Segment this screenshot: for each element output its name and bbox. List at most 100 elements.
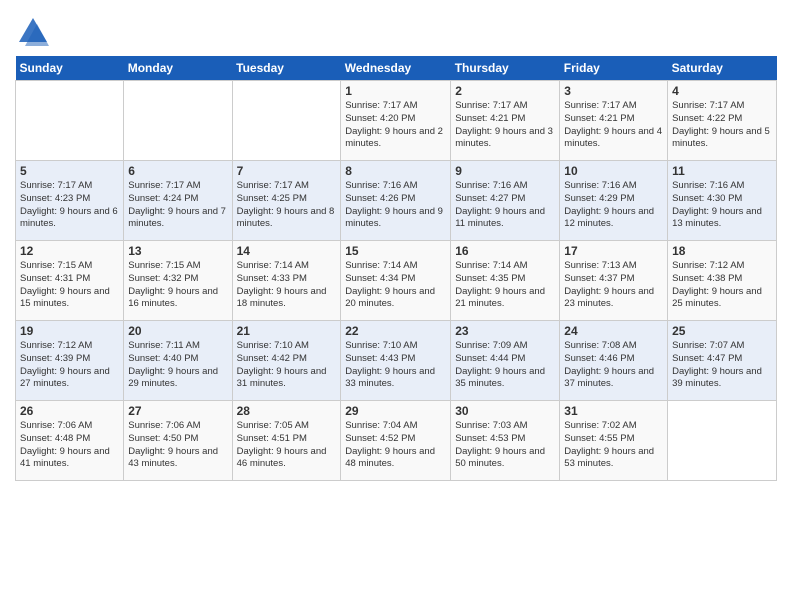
- day-number: 13: [128, 244, 227, 258]
- day-number: 21: [237, 324, 337, 338]
- day-info: Sunrise: 7:03 AM Sunset: 4:53 PM Dayligh…: [455, 420, 555, 471]
- calendar-cell: 12Sunrise: 7:15 AM Sunset: 4:31 PM Dayli…: [16, 241, 124, 321]
- day-number: 23: [455, 324, 555, 338]
- weekday-header: Saturday: [668, 56, 777, 81]
- day-number: 11: [672, 164, 772, 178]
- day-number: 8: [345, 164, 446, 178]
- calendar-cell: 26 Sunrise: 7:06 AM Sunset: 4:48 PM Dayli…: [16, 401, 124, 481]
- day-info: Sunrise: 7:17 AM Sunset: 4:20 PM Dayligh…: [345, 100, 446, 151]
- day-number: 12: [20, 244, 119, 258]
- calendar-table: SundayMondayTuesdayWednesdayThursdayFrid…: [15, 56, 777, 481]
- calendar-cell: 4 Sunrise: 7:17 AM Sunset: 4:22 PM Daylig…: [668, 81, 777, 161]
- calendar-cell: 29 Sunrise: 7:04 AM Sunset: 4:52 PM Dayli…: [341, 401, 451, 481]
- calendar-cell: 8 Sunrise: 7:16 AM Sunset: 4:26 PM Daylig…: [341, 161, 451, 241]
- day-number: 5: [20, 164, 119, 178]
- day-number: 26: [20, 404, 119, 418]
- calendar-cell: 24 Sunrise: 7:08 AM Sunset: 4:46 PM Dayli…: [560, 321, 668, 401]
- day-number: 16: [455, 244, 555, 258]
- day-number: 31: [564, 404, 663, 418]
- day-info: Sunrise: 7:12 AM Sunset: 4:38 PM Dayligh…: [672, 260, 772, 311]
- calendar-week-row: 26 Sunrise: 7:06 AM Sunset: 4:48 PM Dayli…: [16, 401, 777, 481]
- day-info: Sunrise: 7:16 AM Sunset: 4:29 PM Dayligh…: [564, 180, 663, 231]
- day-info: Sunrise: 7:06 AM Sunset: 4:50 PM Dayligh…: [128, 420, 227, 471]
- day-info: Sunrise: 7:05 AM Sunset: 4:51 PM Dayligh…: [237, 420, 337, 471]
- day-number: 4: [672, 84, 772, 98]
- day-number: 10: [564, 164, 663, 178]
- day-number: 24: [564, 324, 663, 338]
- calendar-cell: 19Sunrise: 7:12 AM Sunset: 4:39 PM Dayli…: [16, 321, 124, 401]
- calendar-cell: 15 Sunrise: 7:14 AM Sunset: 4:34 PM Dayli…: [341, 241, 451, 321]
- logo: [15, 14, 51, 50]
- day-info: Sunrise: 7:17 AM Sunset: 4:21 PM Dayligh…: [564, 100, 663, 151]
- calendar-cell: 23 Sunrise: 7:09 AM Sunset: 4:44 PM Dayli…: [451, 321, 560, 401]
- calendar-cell: 18 Sunrise: 7:12 AM Sunset: 4:38 PM Dayli…: [668, 241, 777, 321]
- calendar-cell: 20Sunrise: 7:11 AM Sunset: 4:40 PM Dayli…: [124, 321, 232, 401]
- day-info: Sunrise: 7:04 AM Sunset: 4:52 PM Dayligh…: [345, 420, 446, 471]
- calendar-cell: [232, 81, 341, 161]
- day-number: 2: [455, 84, 555, 98]
- calendar-cell: 14 Sunrise: 7:14 AM Sunset: 4:33 PM Dayli…: [232, 241, 341, 321]
- weekday-header: Sunday: [16, 56, 124, 81]
- day-number: 27: [128, 404, 227, 418]
- calendar-cell: 6Sunrise: 7:17 AM Sunset: 4:24 PM Daylig…: [124, 161, 232, 241]
- day-number: 1: [345, 84, 446, 98]
- calendar-cell: [668, 401, 777, 481]
- day-info: Sunrise: 7:13 AM Sunset: 4:37 PM Dayligh…: [564, 260, 663, 311]
- calendar-cell: 1 Sunrise: 7:17 AM Sunset: 4:20 PM Daylig…: [341, 81, 451, 161]
- day-number: 25: [672, 324, 772, 338]
- calendar-cell: 11 Sunrise: 7:16 AM Sunset: 4:30 PM Dayli…: [668, 161, 777, 241]
- day-info: Sunrise: 7:08 AM Sunset: 4:46 PM Dayligh…: [564, 340, 663, 391]
- logo-icon: [15, 14, 51, 50]
- calendar-week-row: 1 Sunrise: 7:17 AM Sunset: 4:20 PM Daylig…: [16, 81, 777, 161]
- calendar-cell: 13 Sunrise: 7:15 AM Sunset: 4:32 PM Dayli…: [124, 241, 232, 321]
- day-info: Sunrise: 7:16 AM Sunset: 4:26 PM Dayligh…: [345, 180, 446, 231]
- day-info: Sunrise: 7:15 AM Sunset: 4:32 PM Dayligh…: [128, 260, 227, 311]
- day-number: 19: [20, 324, 119, 338]
- day-number: 22: [345, 324, 446, 338]
- calendar-cell: 22 Sunrise: 7:10 AM Sunset: 4:43 PM Dayli…: [341, 321, 451, 401]
- day-info: Sunrise: 7:10 AM Sunset: 4:42 PM Dayligh…: [237, 340, 337, 391]
- weekday-header: Tuesday: [232, 56, 341, 81]
- day-info: Sunrise: 7:14 AM Sunset: 4:35 PM Dayligh…: [455, 260, 555, 311]
- calendar-cell: 17Sunrise: 7:13 AM Sunset: 4:37 PM Dayli…: [560, 241, 668, 321]
- weekday-header: Friday: [560, 56, 668, 81]
- weekday-header: Monday: [124, 56, 232, 81]
- day-info: Sunrise: 7:14 AM Sunset: 4:33 PM Dayligh…: [237, 260, 337, 311]
- header: [15, 10, 777, 50]
- weekday-header: Thursday: [451, 56, 560, 81]
- calendar-cell: 9Sunrise: 7:16 AM Sunset: 4:27 PM Daylig…: [451, 161, 560, 241]
- calendar-cell: 16 Sunrise: 7:14 AM Sunset: 4:35 PM Dayli…: [451, 241, 560, 321]
- calendar-cell: 27 Sunrise: 7:06 AM Sunset: 4:50 PM Dayli…: [124, 401, 232, 481]
- day-number: 30: [455, 404, 555, 418]
- calendar-week-row: 5 Sunrise: 7:17 AM Sunset: 4:23 PM Daylig…: [16, 161, 777, 241]
- day-info: Sunrise: 7:17 AM Sunset: 4:21 PM Dayligh…: [455, 100, 555, 151]
- calendar-cell: 3Sunrise: 7:17 AM Sunset: 4:21 PM Daylig…: [560, 81, 668, 161]
- day-info: Sunrise: 7:17 AM Sunset: 4:25 PM Dayligh…: [237, 180, 337, 231]
- day-info: Sunrise: 7:16 AM Sunset: 4:30 PM Dayligh…: [672, 180, 772, 231]
- day-number: 14: [237, 244, 337, 258]
- calendar-cell: 28 Sunrise: 7:05 AM Sunset: 4:51 PM Dayli…: [232, 401, 341, 481]
- day-info: Sunrise: 7:09 AM Sunset: 4:44 PM Dayligh…: [455, 340, 555, 391]
- day-number: 9: [455, 164, 555, 178]
- calendar-week-row: 12Sunrise: 7:15 AM Sunset: 4:31 PM Dayli…: [16, 241, 777, 321]
- calendar-cell: 7Sunrise: 7:17 AM Sunset: 4:25 PM Daylig…: [232, 161, 341, 241]
- calendar-week-row: 19Sunrise: 7:12 AM Sunset: 4:39 PM Dayli…: [16, 321, 777, 401]
- day-info: Sunrise: 7:02 AM Sunset: 4:55 PM Dayligh…: [564, 420, 663, 471]
- calendar-cell: 10 Sunrise: 7:16 AM Sunset: 4:29 PM Dayli…: [560, 161, 668, 241]
- calendar-cell: 25Sunrise: 7:07 AM Sunset: 4:47 PM Dayli…: [668, 321, 777, 401]
- calendar-cell: [124, 81, 232, 161]
- day-info: Sunrise: 7:17 AM Sunset: 4:23 PM Dayligh…: [20, 180, 119, 231]
- day-info: Sunrise: 7:06 AM Sunset: 4:48 PM Dayligh…: [20, 420, 119, 471]
- header-row: SundayMondayTuesdayWednesdayThursdayFrid…: [16, 56, 777, 81]
- day-info: Sunrise: 7:17 AM Sunset: 4:22 PM Dayligh…: [672, 100, 772, 151]
- day-number: 29: [345, 404, 446, 418]
- day-info: Sunrise: 7:10 AM Sunset: 4:43 PM Dayligh…: [345, 340, 446, 391]
- day-number: 18: [672, 244, 772, 258]
- day-number: 6: [128, 164, 227, 178]
- day-number: 15: [345, 244, 446, 258]
- calendar-cell: [16, 81, 124, 161]
- calendar-cell: 30 Sunrise: 7:03 AM Sunset: 4:53 PM Dayli…: [451, 401, 560, 481]
- day-info: Sunrise: 7:14 AM Sunset: 4:34 PM Dayligh…: [345, 260, 446, 311]
- day-number: 28: [237, 404, 337, 418]
- day-info: Sunrise: 7:11 AM Sunset: 4:40 PM Dayligh…: [128, 340, 227, 391]
